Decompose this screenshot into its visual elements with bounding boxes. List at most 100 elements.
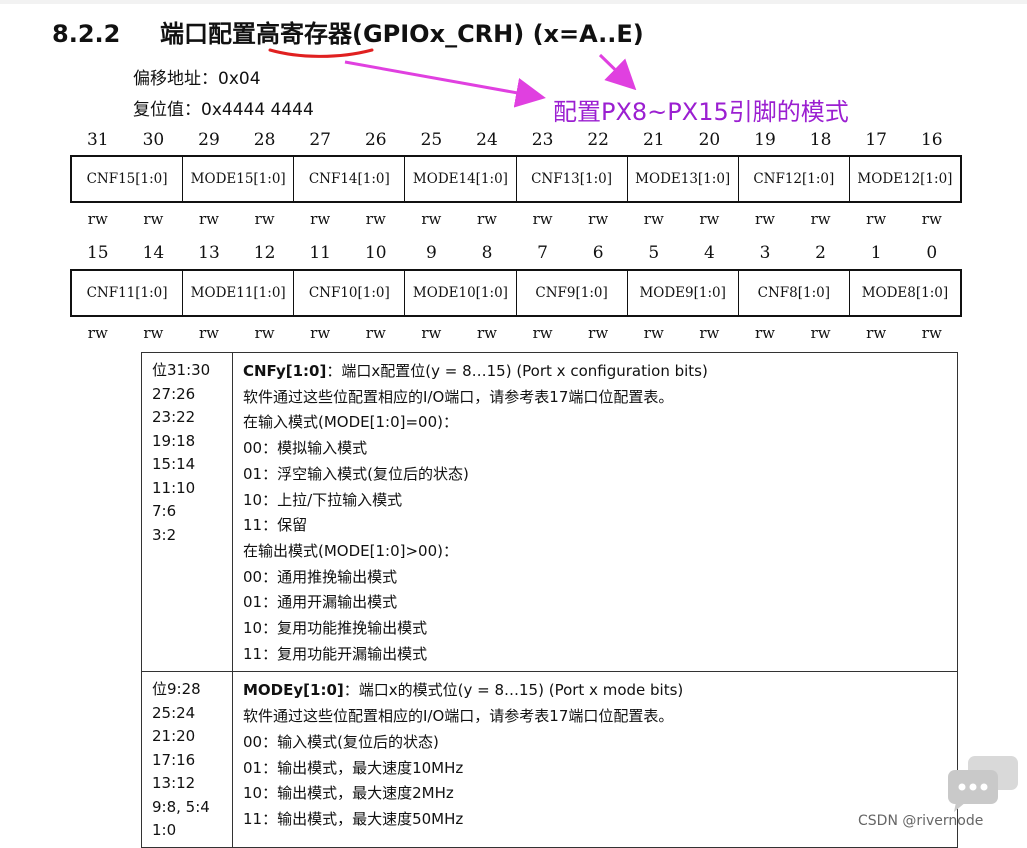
access-type: rw bbox=[198, 210, 219, 228]
register-field: CNF14[1:0] bbox=[293, 157, 404, 201]
bit-position: 23:22 bbox=[152, 408, 196, 426]
bit-number: 31 bbox=[86, 130, 109, 150]
bit-position: 17:16 bbox=[152, 750, 196, 769]
description-line: 10：复用功能推挽输出模式 bbox=[243, 619, 428, 638]
description-line: 在输入模式(MODE[1:0]=00)： bbox=[243, 413, 458, 432]
cnf-field-title: ：端口x配置位(y = 8…15) (Port x configuration … bbox=[326, 362, 708, 380]
bit-number: 14 bbox=[142, 243, 165, 263]
bit-number: 18 bbox=[809, 130, 832, 150]
bit-number: 22 bbox=[587, 130, 609, 150]
bit-number: 3 bbox=[759, 243, 771, 263]
access-type: rw bbox=[310, 210, 331, 228]
access-type: rw bbox=[143, 210, 164, 228]
register-field: MODE8[1:0] bbox=[848, 271, 960, 315]
register-field: MODE13[1:0] bbox=[626, 157, 738, 201]
access-type: rw bbox=[866, 324, 887, 342]
access-type: rw bbox=[476, 324, 497, 342]
access-type: rw bbox=[254, 324, 275, 342]
access-row-high: rw rw rw rw rw rw rw rw rw rw rw rw rw rw rw rw bbox=[70, 210, 960, 230]
register-field: CNF10[1:0] bbox=[293, 271, 404, 315]
access-type: rw bbox=[421, 324, 442, 342]
description-line: 10：上拉/下拉输入模式 bbox=[243, 490, 403, 509]
bit-number: 29 bbox=[198, 130, 220, 150]
access-type: rw bbox=[365, 324, 386, 342]
bit-number: 20 bbox=[698, 130, 721, 150]
bit-position: 7:6 bbox=[152, 502, 177, 520]
bit-number: 5 bbox=[648, 243, 660, 263]
access-type: rw bbox=[643, 210, 664, 228]
bit-number: 15 bbox=[86, 243, 109, 263]
bit-position: 3:2 bbox=[152, 525, 177, 544]
bit-position: 1:0 bbox=[152, 821, 177, 840]
access-type: rw bbox=[588, 324, 609, 342]
register-field: MODE15[1:0] bbox=[182, 157, 293, 201]
description-line: 01：通用开漏输出模式 bbox=[243, 593, 398, 612]
bit-number: 0 bbox=[926, 243, 938, 263]
access-type: rw bbox=[198, 324, 219, 342]
bit-number: 19 bbox=[754, 130, 776, 150]
bit-number: 1 bbox=[870, 243, 882, 263]
bit-position: 位31:30 bbox=[152, 361, 211, 379]
access-type: rw bbox=[643, 324, 664, 342]
bit-number: 17 bbox=[865, 130, 887, 150]
access-type: rw bbox=[254, 210, 275, 228]
description-line: 10：输出模式，最大速度2MHz bbox=[243, 784, 454, 803]
access-type: rw bbox=[476, 210, 497, 228]
bit-number: 2 bbox=[815, 243, 826, 263]
description-line: 在输出模式(MODE[1:0]>00)： bbox=[243, 541, 458, 560]
bit-number: 30 bbox=[142, 130, 165, 150]
bit-position: 19:18 bbox=[152, 431, 196, 450]
register-field: MODE14[1:0] bbox=[404, 157, 515, 201]
bit-position: 25:24 bbox=[152, 703, 196, 722]
mode-field-name: MODEy[1:0] bbox=[243, 681, 344, 700]
access-type: rw bbox=[532, 210, 553, 228]
access-type: rw bbox=[365, 210, 386, 228]
mode-bit-positions: 位9:28 25:24 21:20 17:16 13:12 9:8, 5:4 1:0 bbox=[141, 671, 233, 848]
description-line: 00：通用推挽输出模式 bbox=[243, 567, 398, 586]
bit-number: 24 bbox=[476, 130, 498, 150]
cnf-field-name: CNFy[1:0] bbox=[243, 362, 327, 380]
register-field: CNF9[1:0] bbox=[515, 271, 627, 315]
register-field: MODE12[1:0] bbox=[848, 157, 960, 201]
description-line: 01：输出模式，最大速度10MHz bbox=[243, 758, 464, 777]
description-line: 软件通过这些位配置相应的I/O端口，请参考表17端口位配置表。 bbox=[243, 387, 674, 406]
access-type: rw bbox=[810, 324, 831, 342]
access-type: rw bbox=[143, 324, 164, 342]
access-type: rw bbox=[532, 324, 553, 342]
bit-position: 9:8, 5:4 bbox=[152, 797, 210, 816]
register-field: CNF8[1:0] bbox=[737, 271, 849, 315]
bit-position: 13:12 bbox=[152, 774, 196, 793]
register-row-high: CNF15[1:0] MODE15[1:0] CNF14[1:0] MODE14[1:… bbox=[70, 155, 962, 203]
bit-number: 21 bbox=[642, 130, 665, 150]
access-type: rw bbox=[588, 210, 609, 228]
register-field: CNF12[1:0] bbox=[737, 157, 849, 201]
access-type: rw bbox=[810, 210, 831, 228]
bit-position: 11:10 bbox=[152, 478, 196, 497]
mode-description: MODEy[1:0]：端口x的模式位(y = 8…15) (Port x mod… bbox=[232, 671, 958, 848]
access-row-low: rw rw rw rw rw rw rw rw rw rw rw rw rw rw rw rw bbox=[70, 324, 960, 344]
bit-numbers-high: 31 30 29 28 27 26 25 24 23 22 21 20 19 18 17 16 bbox=[70, 130, 960, 150]
bit-number: 26 bbox=[364, 130, 387, 150]
access-type: rw bbox=[921, 210, 942, 228]
bit-numbers-low: 15 14 13 12 11 10 9 8 7 6 5 4 3 2 1 0 bbox=[70, 243, 960, 263]
access-type: rw bbox=[87, 210, 108, 228]
mode-row: 位9:28 25:24 21:20 17:16 13:12 9:8, 5:4 1:0 MOD… bbox=[141, 671, 958, 848]
register-field: MODE10[1:0] bbox=[404, 271, 515, 315]
bit-number: 16 bbox=[920, 130, 943, 150]
bit-number: 27 bbox=[309, 130, 331, 150]
bit-number: 7 bbox=[537, 243, 548, 263]
register-field: CNF15[1:0] bbox=[86, 171, 168, 187]
bit-position: 27:26 bbox=[152, 384, 196, 403]
register-field: MODE11[1:0] bbox=[182, 271, 293, 315]
csdn-watermark: CSDN @rivernode bbox=[858, 813, 984, 829]
access-type: rw bbox=[699, 210, 720, 228]
bit-position: 15:14 bbox=[152, 455, 196, 473]
cnf-description: CNFy[1:0]：端口x配置位(y = 8…15) (Port x confi… bbox=[232, 351, 958, 673]
bit-number: 13 bbox=[198, 243, 220, 263]
annotation-note: 配置PX8~PX15引脚的模式 bbox=[553, 98, 849, 126]
description-line: 00：模拟输入模式 bbox=[243, 439, 368, 458]
bit-description-table: 位31:30 27:26 23:22 19:18 15:14 11:10 7:6 3:2 CN… bbox=[141, 351, 958, 848]
bit-number: 12 bbox=[253, 243, 276, 263]
bit-number: 23 bbox=[531, 130, 554, 150]
description-line: 00：输入模式(复位后的状态) bbox=[243, 732, 439, 751]
